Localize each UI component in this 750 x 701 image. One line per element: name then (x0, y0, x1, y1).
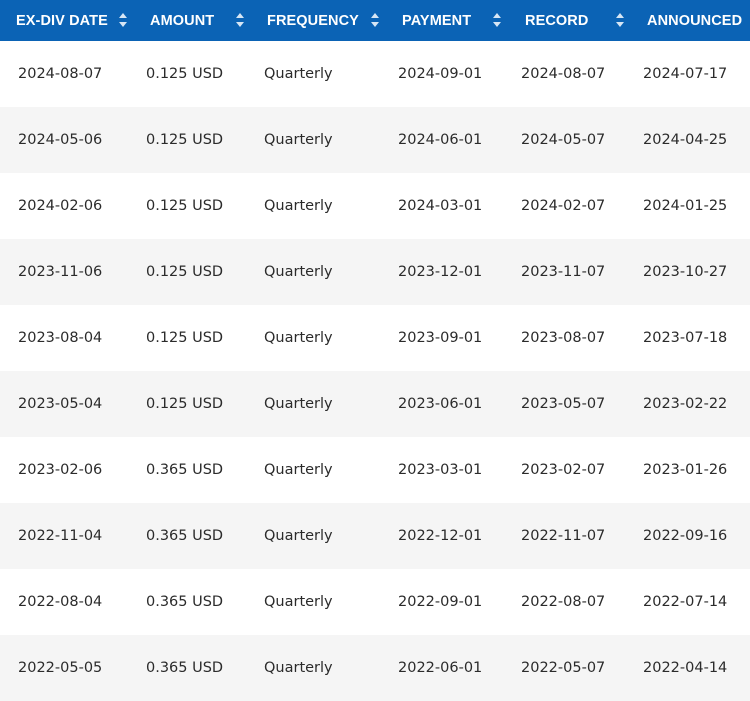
amount-cell: 0.125 USD (146, 132, 224, 148)
ex-div-date-cell: 2023-02-06 (18, 462, 103, 478)
announced-cell: 2023-01-26 (643, 462, 728, 478)
ex-div-date-cell: 2022-08-04 (18, 594, 103, 610)
payment-cell: 2022-12-01 (398, 528, 483, 544)
announced-cell: 2022-09-16 (643, 528, 728, 544)
column-header-payment[interactable]: PAYMENT (402, 0, 471, 41)
ex-div-date-cell: 2022-11-04 (18, 528, 103, 544)
frequency-cell: Quarterly (264, 528, 333, 544)
announced-cell: 2024-07-17 (643, 66, 728, 82)
ex-div-date-cell: 2023-08-04 (18, 330, 103, 346)
column-header-amount[interactable]: AMOUNT (150, 0, 214, 41)
frequency-cell: Quarterly (264, 660, 333, 676)
payment-cell: 2024-09-01 (398, 66, 483, 82)
frequency-cell: Quarterly (264, 462, 333, 478)
table-row: 2023-02-06 0.365 USD Quarterly 2023-03-0… (0, 437, 750, 503)
record-cell: 2022-08-07 (521, 594, 606, 610)
record-cell: 2022-11-07 (521, 528, 606, 544)
sort-icon[interactable] (118, 12, 128, 28)
payment-cell: 2024-06-01 (398, 132, 483, 148)
column-header-record[interactable]: RECORD (525, 0, 588, 41)
amount-cell: 0.365 USD (146, 528, 224, 544)
ex-div-date-cell: 2024-05-06 (18, 132, 103, 148)
sort-icon[interactable] (370, 12, 380, 28)
record-cell: 2023-11-07 (521, 264, 606, 280)
table-row: 2023-05-04 0.125 USD Quarterly 2023-06-0… (0, 371, 750, 437)
table-row: 2022-08-04 0.365 USD Quarterly 2022-09-0… (0, 569, 750, 635)
frequency-cell: Quarterly (264, 198, 333, 214)
amount-cell: 0.125 USD (146, 264, 224, 280)
frequency-cell: Quarterly (264, 132, 333, 148)
record-cell: 2023-08-07 (521, 330, 606, 346)
payment-cell: 2023-06-01 (398, 396, 483, 412)
announced-cell: 2023-07-18 (643, 330, 728, 346)
record-cell: 2023-05-07 (521, 396, 606, 412)
payment-cell: 2024-03-01 (398, 198, 483, 214)
frequency-cell: Quarterly (264, 594, 333, 610)
table-row: 2024-08-07 0.125 USD Quarterly 2024-09-0… (0, 41, 750, 107)
announced-cell: 2024-04-25 (643, 132, 728, 148)
frequency-cell: Quarterly (264, 396, 333, 412)
ex-div-date-cell: 2023-05-04 (18, 396, 103, 412)
record-cell: 2022-05-07 (521, 660, 606, 676)
ex-div-date-cell: 2024-08-07 (18, 66, 103, 82)
table-header: EX-DIV DATE AMOUNT FREQUENCY PAYMENT REC… (0, 0, 750, 41)
ex-div-date-cell: 2024-02-06 (18, 198, 103, 214)
ex-div-date-cell: 2023-11-06 (18, 264, 103, 280)
ex-div-date-cell: 2022-05-05 (18, 660, 103, 676)
frequency-cell: Quarterly (264, 264, 333, 280)
table-row: 2023-11-06 0.125 USD Quarterly 2023-12-0… (0, 239, 750, 305)
record-cell: 2024-02-07 (521, 198, 606, 214)
frequency-cell: Quarterly (264, 330, 333, 346)
record-cell: 2023-02-07 (521, 462, 606, 478)
payment-cell: 2023-09-01 (398, 330, 483, 346)
column-header-frequency[interactable]: FREQUENCY (267, 0, 359, 41)
amount-cell: 0.365 USD (146, 660, 224, 676)
amount-cell: 0.125 USD (146, 66, 224, 82)
announced-cell: 2023-10-27 (643, 264, 728, 280)
record-cell: 2024-08-07 (521, 66, 606, 82)
sort-icon[interactable] (492, 12, 502, 28)
table-row: 2024-02-06 0.125 USD Quarterly 2024-03-0… (0, 173, 750, 239)
sort-icon[interactable] (615, 12, 625, 28)
announced-cell: 2022-07-14 (643, 594, 728, 610)
table-row: 2023-08-04 0.125 USD Quarterly 2023-09-0… (0, 305, 750, 371)
amount-cell: 0.125 USD (146, 330, 224, 346)
announced-cell: 2023-02-22 (643, 396, 728, 412)
column-header-announced[interactable]: ANNOUNCED (647, 0, 742, 41)
column-header-ex-div-date[interactable]: EX-DIV DATE (16, 0, 108, 41)
table-row: 2022-11-04 0.365 USD Quarterly 2022-12-0… (0, 503, 750, 569)
payment-cell: 2022-09-01 (398, 594, 483, 610)
amount-cell: 0.365 USD (146, 462, 224, 478)
frequency-cell: Quarterly (264, 66, 333, 82)
amount-cell: 0.365 USD (146, 594, 224, 610)
amount-cell: 0.125 USD (146, 396, 224, 412)
table-row: 2022-05-05 0.365 USD Quarterly 2022-06-0… (0, 635, 750, 701)
payment-cell: 2023-12-01 (398, 264, 483, 280)
record-cell: 2024-05-07 (521, 132, 606, 148)
sort-icon[interactable] (235, 12, 245, 28)
dividend-history-table: EX-DIV DATE AMOUNT FREQUENCY PAYMENT REC… (0, 0, 750, 701)
amount-cell: 0.125 USD (146, 198, 224, 214)
payment-cell: 2022-06-01 (398, 660, 483, 676)
announced-cell: 2024-01-25 (643, 198, 728, 214)
announced-cell: 2022-04-14 (643, 660, 728, 676)
payment-cell: 2023-03-01 (398, 462, 483, 478)
table-row: 2024-05-06 0.125 USD Quarterly 2024-06-0… (0, 107, 750, 173)
